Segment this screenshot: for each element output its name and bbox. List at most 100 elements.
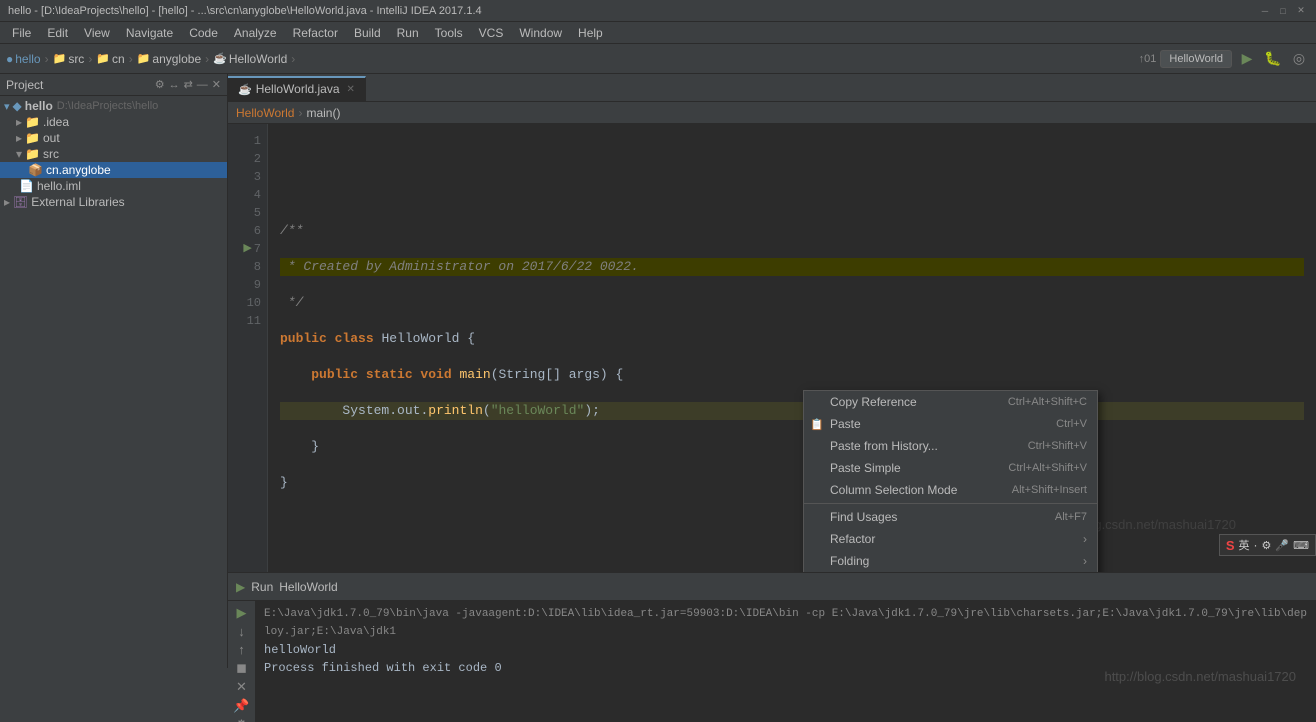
code-line-10: } [280,474,1304,492]
toolbar: ● hello › 📁 src › 📁 cn › 📁 anyglobe › ☕ … [0,44,1316,74]
menu-item-code[interactable]: Code [181,24,226,42]
bc-cn[interactable]: cn [112,52,125,66]
menu-item-build[interactable]: Build [346,24,389,42]
menu-item-navigate[interactable]: Navigate [118,24,181,42]
ctx-refactor[interactable]: Refactor › [804,528,1097,550]
menu-item-vcs[interactable]: VCS [471,24,512,42]
code-line-9: } [280,438,1304,456]
debug-button[interactable]: 🐛 [1262,48,1284,70]
menu-item-window[interactable]: Window [511,24,570,42]
tree-item-idea-label: .idea [43,115,69,129]
ime-lang[interactable]: 英 [1239,537,1250,553]
line-numbers: 1 2 3 4 5 6 ▶ 7 8 9 10 11 [228,124,268,572]
minimize-button[interactable]: ─ [1258,4,1272,18]
tree-item-src[interactable]: ▾ 📁 src [0,146,227,162]
tree-item-cnanyglobe[interactable]: 📦 cn.anyglobe [0,162,227,178]
ctx-copy-reference[interactable]: Copy Reference Ctrl+Alt+Shift+C [804,391,1097,413]
ctx-find-usages-shortcut: Alt+F7 [1035,511,1087,523]
sidebar-close-icon[interactable]: ✕ [212,78,221,91]
iml-file-icon: 📄 [19,179,34,193]
tree-item-cnanyglobe-label: cn.anyglobe [46,163,111,177]
tree-item-idea[interactable]: ▸ 📁 .idea [0,114,227,130]
bc-anyglobe[interactable]: anyglobe [152,52,201,66]
menu-item-help[interactable]: Help [570,24,611,42]
bc-src[interactable]: src [68,52,84,66]
run-rerun-button[interactable]: ▶ [232,605,252,621]
ctx-find-usages[interactable]: Find Usages Alt+F7 [804,506,1097,528]
menu-item-run[interactable]: Run [389,24,427,42]
run-scroll-up-button[interactable]: ↑ [232,642,252,657]
run-output-line-4: Process finished with exit code 0 [264,659,1308,677]
tree-item-helloiml[interactable]: 📄 hello.iml [0,178,227,194]
tab-close-icon[interactable]: ✕ [347,84,355,95]
helloworld-file-icon: ☕ [213,52,227,65]
ctx-paste-simple[interactable]: Paste Simple Ctrl+Alt+Shift+V [804,457,1097,479]
out-expand-icon: ▸ [16,131,22,145]
run-panel-content: ▶ ↓ ↑ ◼ ✕ 📌 ⚙ E:\Java\jdk1.7.0_79\bin\ja… [228,601,1316,722]
ctx-paste[interactable]: 📋 Paste Ctrl+V [804,413,1097,435]
ctx-folding[interactable]: Folding › [804,550,1097,572]
anyglobe-folder-icon: 📁 [137,52,151,65]
sidebar: Project ⚙ ↔ ⇄ — ✕ ▾ ◆ hello D:\IdeaProje… [0,74,228,668]
code-line-8: System.out.println("helloWorld"); [280,402,1304,420]
maximize-button[interactable]: □ [1276,4,1290,18]
menu-item-file[interactable]: File [4,24,39,42]
ime-settings[interactable]: ⚙ [1262,539,1272,552]
window-title: hello - [D:\IdeaProjects\hello] - [hello… [8,5,482,17]
ctx-column-selection[interactable]: Column Selection Mode Alt+Shift+Insert [804,479,1097,501]
editor-run-container: ☕ HelloWorld.java ✕ HelloWorld › main() … [228,74,1316,668]
ime-voice[interactable]: 🎤 [1275,539,1289,552]
code-line-4: * Created by Administrator on 2017/6/22 … [280,258,1304,276]
ctx-paste-history[interactable]: Paste from History... Ctrl+Shift+V [804,435,1097,457]
sidebar-sync-icon[interactable]: ⇄ [184,78,193,91]
run-config-dropdown[interactable]: HelloWorld [1160,50,1232,68]
run-close-button[interactable]: ✕ [232,679,252,695]
run-pin-button[interactable]: 📌 [232,698,252,714]
sidebar-collapse-icon[interactable]: — [197,79,208,91]
tree-item-hello[interactable]: ▾ ◆ hello D:\IdeaProjects\hello [0,98,227,114]
run-stop-button[interactable]: ◼ [232,660,252,676]
menu-item-refactor[interactable]: Refactor [285,24,346,42]
tree-item-hello-label: hello [25,99,53,113]
bc-helloworld-class[interactable]: HelloWorld [236,106,294,120]
code-line-1 [280,150,1304,168]
code-line-2 [280,186,1304,204]
ctx-paste-history-shortcut: Ctrl+Shift+V [1008,440,1087,452]
bc-hello[interactable]: hello [15,52,40,66]
menu-item-analyze[interactable]: Analyze [226,24,285,42]
project-icon: ● [6,52,13,66]
ctx-refactor-label: Refactor [830,532,875,546]
run-scroll-down-button[interactable]: ↓ [232,624,252,639]
menu-item-edit[interactable]: Edit [39,24,76,42]
close-button[interactable]: ✕ [1294,4,1308,18]
ctx-refactor-arrow: › [1083,532,1087,546]
ctx-find-usages-label: Find Usages [830,510,897,524]
menu-item-tools[interactable]: Tools [427,24,471,42]
ime-keyboard[interactable]: ⌨ [1293,539,1309,552]
menu-item-view[interactable]: View [76,24,118,42]
sidebar-settings-icon[interactable]: ⚙ [155,78,165,91]
coverage-button[interactable]: ◎ [1288,48,1310,70]
run-settings-button[interactable]: ⚙ [232,717,252,722]
extlib-icon: 🗄 [13,195,28,209]
tree-item-out-label: out [43,131,60,145]
code-line-11 [280,510,1304,528]
run-side-toolbar: ▶ ↓ ↑ ◼ ✕ 📌 ⚙ [228,601,256,722]
package-icon: 📦 [28,163,43,177]
code-line-3: /** [280,222,1304,240]
bc-helloworld[interactable]: HelloWorld [229,52,287,66]
ime-bar: S 英 · ⚙ 🎤 ⌨ [1219,534,1316,556]
tree-item-out[interactable]: ▸ 📁 out [0,130,227,146]
tab-helloworldjava[interactable]: ☕ HelloWorld.java ✕ [228,76,366,101]
main-area: Project ⚙ ↔ ⇄ — ✕ ▾ ◆ hello D:\IdeaProje… [0,74,1316,668]
context-menu: Copy Reference Ctrl+Alt+Shift+C 📋 Paste … [803,390,1098,572]
bc-main-method[interactable]: main() [306,106,340,120]
tab-bar: ☕ HelloWorld.java ✕ [228,74,1316,102]
ctx-paste-simple-shortcut: Ctrl+Alt+Shift+V [988,462,1087,474]
run-button[interactable]: ▶ [1236,48,1258,70]
sidebar-expand-icon[interactable]: ↔ [169,79,180,91]
code-content[interactable]: /** * Created by Administrator on 2017/6… [268,124,1316,572]
run-gutter-icon-7[interactable]: ▶ [243,240,251,258]
tree-item-extlibs[interactable]: ▸ 🗄 External Libraries [0,194,227,210]
idea-expand-icon: ▸ [16,115,22,129]
